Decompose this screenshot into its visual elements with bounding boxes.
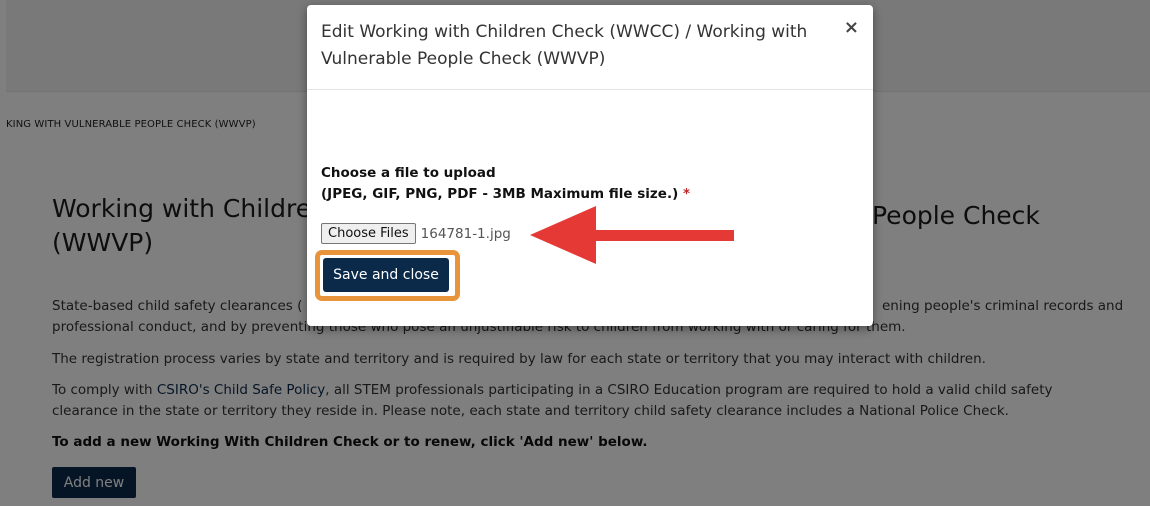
edit-wwcc-modal: Edit Working with Children Check (WWCC) … [307,5,873,326]
save-and-close-button[interactable]: Save and close [323,258,449,292]
close-icon[interactable]: × [844,19,859,37]
save-highlight-box: Save and close [315,250,460,301]
file-input: Choose Files 164781-1.jpg [321,223,511,244]
selected-file-name: 164781-1.jpg [420,225,511,242]
choose-files-button[interactable]: Choose Files [321,223,416,244]
arrow-shaft [592,230,734,241]
modal-title: Edit Working with Children Check (WWCC) … [321,22,808,69]
annotation-arrow-icon [530,206,734,264]
arrow-head [530,206,596,264]
modal-header: Edit Working with Children Check (WWCC) … [307,5,873,90]
upload-label: Choose a file to upload [321,165,496,181]
modal-body: Choose a file to upload (JPEG, GIF, PNG,… [315,163,690,301]
